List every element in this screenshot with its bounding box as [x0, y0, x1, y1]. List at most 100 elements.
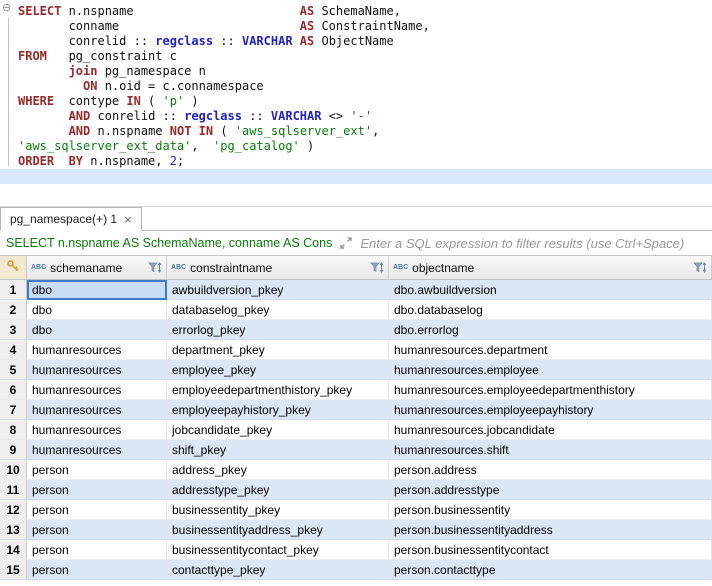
table-cell[interactable]: person.address [389, 460, 712, 480]
table-cell[interactable]: humanresources.shift [389, 440, 712, 460]
row-number[interactable]: 2 [0, 300, 27, 320]
code-line[interactable]: AND n.nspname NOT IN ( 'aws_sqlserver_ex… [18, 124, 712, 139]
table-cell[interactable]: person [27, 500, 167, 520]
code-token: BY [68, 154, 84, 168]
filter-sort-icon[interactable] [693, 261, 707, 274]
table-cell[interactable]: dbo [27, 280, 167, 300]
code-line[interactable]: conrelid :: regclass :: VARCHAR AS Objec… [18, 34, 712, 49]
row-number[interactable]: 12 [0, 500, 27, 520]
row-number[interactable]: 1 [0, 280, 27, 300]
table-cell[interactable]: humanresources.employee [389, 360, 712, 380]
code-token: ConstraintName, [314, 19, 430, 33]
table-cell[interactable]: person [27, 560, 167, 580]
code-line[interactable]: 'aws_sqlserver_ext_data', 'pg_catalog' ) [18, 139, 712, 154]
expand-filter-icon[interactable] [339, 236, 353, 250]
editor-lines[interactable]: SELECT n.nspname AS SchemaName, conname … [0, 4, 712, 184]
row-number[interactable]: 13 [0, 520, 27, 540]
table-cell[interactable]: humanresources [27, 400, 167, 420]
table-cell[interactable]: humanresources [27, 360, 167, 380]
table-cell[interactable]: employee_pkey [167, 360, 389, 380]
table-cell[interactable]: humanresources.jobcandidate [389, 420, 712, 440]
row-number[interactable]: 4 [0, 340, 27, 360]
code-fold-icon[interactable]: ⊖ [2, 3, 11, 14]
table-cell[interactable]: contacttype_pkey [167, 560, 389, 580]
table-cell[interactable]: businessentitycontact_pkey [167, 540, 389, 560]
table-cell[interactable]: humanresources.department [389, 340, 712, 360]
table-cell[interactable]: errorlog_pkey [167, 320, 389, 340]
table-cell[interactable]: businessentity_pkey [167, 500, 389, 520]
table-cell[interactable]: employeepayhistory_pkey [167, 400, 389, 420]
table-cell[interactable]: person.addresstype [389, 480, 712, 500]
table-cell[interactable]: shift_pkey [167, 440, 389, 460]
row-number[interactable]: 15 [0, 560, 27, 580]
table-cell[interactable]: humanresources.employeepayhistory [389, 400, 712, 420]
code-token: n.nspname, [83, 154, 170, 168]
row-number[interactable]: 6 [0, 380, 27, 400]
table-cell[interactable]: department_pkey [167, 340, 389, 360]
table-row: 5 humanresources employee_pkey humanresourc… [0, 360, 712, 380]
column-header-schemaname[interactable]: ABC schemaname [27, 256, 167, 279]
table-cell[interactable]: employeedepartmenthistory_pkey [167, 380, 389, 400]
table-cell[interactable]: person [27, 460, 167, 480]
table-cell[interactable]: person [27, 520, 167, 540]
code-line[interactable]: WHERE contype IN ( 'p' ) [18, 94, 712, 109]
row-number[interactable]: 7 [0, 400, 27, 420]
filter-sort-icon[interactable] [148, 261, 162, 274]
code-line[interactable]: SELECT n.nspname AS SchemaName, [18, 4, 712, 19]
code-line[interactable]: ORDER BY n.nspname, 2; [18, 154, 712, 169]
tab-close-icon[interactable]: × [124, 213, 132, 226]
table-cell[interactable]: dbo.awbuildversion [389, 280, 712, 300]
tab-pg-namespace[interactable]: pg_namespace(+) 1 × [0, 207, 142, 231]
code-token: ON [83, 79, 98, 93]
row-number[interactable]: 9 [0, 440, 27, 460]
results-filter-bar[interactable]: SELECT n.nspname AS SchemaName, conname … [0, 231, 712, 256]
sql-editor[interactable]: ⊖ SELECT n.nspname AS SchemaName, connam… [0, 0, 712, 206]
table-cell[interactable]: person.businessentity [389, 500, 712, 520]
table-cell[interactable]: dbo.errorlog [389, 320, 712, 340]
code-token: 2 [169, 154, 177, 168]
table-cell[interactable]: person.businessentityaddress [389, 520, 712, 540]
grid-header: ABC schemaname ABC constraintname ABC objectn… [0, 256, 712, 280]
code-token: AND [68, 109, 91, 123]
table-cell[interactable]: humanresources [27, 380, 167, 400]
grid-corner-cell[interactable] [0, 256, 27, 279]
table-cell[interactable]: humanresources [27, 440, 167, 460]
row-number[interactable]: 8 [0, 420, 27, 440]
code-token: <> [321, 109, 351, 123]
row-number[interactable]: 14 [0, 540, 27, 560]
table-cell[interactable]: addresstype_pkey [167, 480, 389, 500]
table-cell[interactable]: address_pkey [167, 460, 389, 480]
table-cell[interactable]: person.businessentitycontact [389, 540, 712, 560]
code-token: ObjectName [314, 34, 394, 48]
column-header-constraintname[interactable]: ABC constraintname [167, 256, 389, 279]
code-line[interactable]: conname AS ConstraintName, [18, 19, 712, 34]
row-number[interactable]: 5 [0, 360, 27, 380]
code-token: IN [126, 94, 141, 108]
code-line[interactable]: join pg_namespace n [18, 64, 712, 79]
table-cell[interactable]: person [27, 540, 167, 560]
caret-line[interactable] [0, 169, 712, 184]
table-cell[interactable]: person.contacttype [389, 560, 712, 580]
filter-sort-icon[interactable] [370, 261, 384, 274]
table-cell[interactable]: person [27, 480, 167, 500]
table-cell[interactable]: dbo.databaselog [389, 300, 712, 320]
table-cell[interactable]: databaselog_pkey [167, 300, 389, 320]
table-cell[interactable]: humanresources [27, 420, 167, 440]
table-cell[interactable]: dbo [27, 320, 167, 340]
table-cell[interactable]: jobcandidate_pkey [167, 420, 389, 440]
table-cell[interactable]: awbuildversion_pkey [167, 280, 389, 300]
code-token: contype [54, 94, 127, 108]
row-number[interactable]: 11 [0, 480, 27, 500]
table-cell[interactable]: humanresources [27, 340, 167, 360]
column-header-objectname[interactable]: ABC objectname [389, 256, 712, 279]
table-cell[interactable]: businessentityaddress_pkey [167, 520, 389, 540]
code-line[interactable]: FROM pg_constraint c [18, 49, 712, 64]
row-number[interactable]: 3 [0, 320, 27, 340]
table-cell[interactable]: dbo [27, 300, 167, 320]
code-line[interactable]: AND conrelid :: regclass :: VARCHAR <> '… [18, 109, 712, 124]
code-line[interactable]: ON n.oid = c.connamespace [18, 79, 712, 94]
row-number[interactable]: 10 [0, 460, 27, 480]
table-cell[interactable]: humanresources.employeedepartmenthistory [389, 380, 712, 400]
table-row: 9 humanresources shift_pkey humanresources.… [0, 440, 712, 460]
